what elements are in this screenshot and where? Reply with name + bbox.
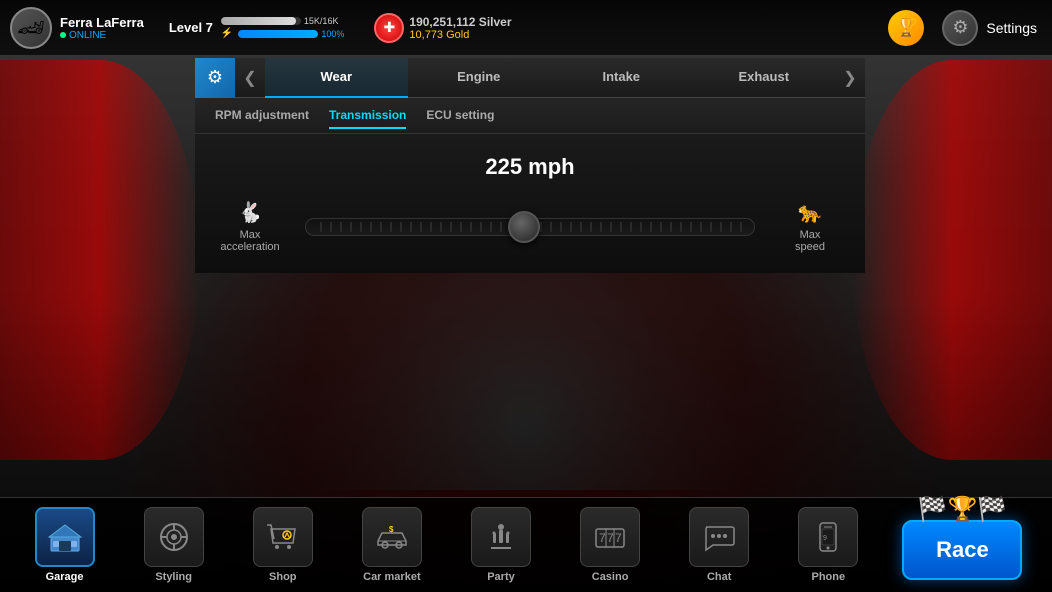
- speed-label: 🐆 Maxspeed: [775, 200, 845, 253]
- slider-track[interactable]: [305, 218, 755, 236]
- transmission-content: 225 mph 🐇 Maxacceleration 🐆 Maxspeed: [195, 134, 865, 273]
- online-dot: [60, 32, 66, 38]
- player-name: Ferra LaFerra: [60, 15, 144, 30]
- nav-party[interactable]: Party: [466, 507, 536, 583]
- settings-gear-icon[interactable]: ⚙: [942, 10, 978, 46]
- slider-container[interactable]: [305, 218, 755, 236]
- svg-text:7: 7: [599, 531, 606, 545]
- currency-values: 190,251,112 Silver 10,773 Gold: [409, 15, 511, 41]
- svg-text:$: $: [389, 525, 394, 534]
- styling-label: Styling: [155, 571, 192, 583]
- acceleration-label: 🐇 Maxacceleration: [215, 200, 285, 253]
- casino-label: Casino: [592, 571, 629, 583]
- nav-casino[interactable]: 7 7 7 Casino: [575, 507, 645, 583]
- svg-text:7: 7: [607, 531, 614, 545]
- xp-bar-fill: [221, 17, 296, 25]
- chat-label: Chat: [707, 571, 731, 583]
- health-icon: ✚: [374, 13, 404, 43]
- race-button-container: 🏁🏆🏁 Race: [902, 510, 1022, 580]
- shop-label: Shop: [269, 571, 297, 583]
- nav-chat[interactable]: Chat: [684, 507, 754, 583]
- speed-display: 225 mph: [215, 154, 845, 180]
- nav-shop[interactable]: Shop: [248, 507, 318, 583]
- tab-arrow-right[interactable]: ❯: [835, 58, 865, 98]
- sub-tab-rpm[interactable]: RPM adjustment: [215, 103, 309, 129]
- sub-tab-ecu[interactable]: ECU setting: [426, 103, 494, 129]
- sub-tab-bar: RPM adjustment Transmission ECU setting: [195, 98, 865, 134]
- xp-bar: [221, 17, 301, 25]
- garage-icon: [35, 507, 95, 567]
- nav-car-market[interactable]: $ Car market: [357, 507, 427, 583]
- tab-exhaust[interactable]: Exhaust: [693, 58, 836, 98]
- garage-label: Garage: [46, 571, 84, 583]
- chat-icon: [689, 507, 749, 567]
- online-status: ONLINE: [60, 30, 144, 41]
- xp-values: 15K/16K: [304, 16, 339, 26]
- car-market-icon: $: [362, 507, 422, 567]
- slider-section: 🐇 Maxacceleration 🐆 Maxspeed: [215, 200, 845, 253]
- trophy-icon[interactable]: 🏆: [888, 10, 924, 46]
- nav-phone[interactable]: 9 Phone: [793, 507, 863, 583]
- phone-label: Phone: [812, 571, 846, 583]
- svg-text:9: 9: [823, 535, 827, 542]
- energy-bar-fill: [238, 30, 318, 38]
- nav-garage[interactable]: Garage: [30, 507, 100, 583]
- race-button[interactable]: Race: [902, 520, 1022, 580]
- shop-icon: [253, 507, 313, 567]
- tuning-gear-icon[interactable]: ⚙: [195, 58, 235, 98]
- settings-section[interactable]: 🏆 ⚙ Settings: [888, 10, 1052, 46]
- phone-icon: 9: [798, 507, 858, 567]
- energy-label: 100%: [321, 29, 344, 39]
- party-icon: [471, 507, 531, 567]
- slider-thumb[interactable]: [508, 211, 540, 243]
- tuning-panel: ⚙ ❮ Wear Engine Intake Exhaust ❯ RPM adj…: [195, 58, 865, 273]
- player-info: Ferra LaFerra ONLINE: [60, 15, 144, 41]
- energy-icon: ⚡: [221, 28, 233, 39]
- header: 🏎 Ferra LaFerra ONLINE Level 7 15K/16K ⚡: [0, 0, 1052, 55]
- silver-value: 190,251,112 Silver: [409, 15, 511, 29]
- settings-label[interactable]: Settings: [986, 20, 1037, 36]
- casino-icon: 7 7 7: [580, 507, 640, 567]
- race-flags: 🏁🏆🏁: [918, 495, 1008, 524]
- tab-intake[interactable]: Intake: [550, 58, 693, 98]
- rabbit-icon: 🐇: [238, 200, 263, 225]
- energy-bar: [238, 30, 318, 38]
- avatar: 🏎: [10, 7, 52, 49]
- level-label: Level 7: [169, 20, 213, 35]
- nav-styling[interactable]: Styling: [139, 507, 209, 583]
- cheetah-icon: 🐆: [798, 200, 823, 225]
- sub-tab-transmission[interactable]: Transmission: [329, 103, 406, 129]
- tab-bar: ⚙ ❮ Wear Engine Intake Exhaust ❯: [195, 58, 865, 98]
- level-section: Level 7 15K/16K ⚡ 100%: [154, 16, 360, 39]
- player-section: 🏎 Ferra LaFerra ONLINE: [0, 2, 154, 54]
- bottom-nav: Garage Styling: [0, 497, 1052, 592]
- tab-arrow-left[interactable]: ❮: [235, 58, 265, 98]
- party-label: Party: [487, 571, 515, 583]
- currency-section: ✚ 190,251,112 Silver 10,773 Gold: [359, 13, 526, 43]
- styling-icon: [144, 507, 204, 567]
- tab-wear[interactable]: Wear: [265, 58, 408, 98]
- tabs: Wear Engine Intake Exhaust: [265, 58, 835, 98]
- gold-value: 10,773 Gold: [409, 29, 511, 41]
- level-bars: 15K/16K ⚡ 100%: [221, 16, 344, 39]
- tab-engine[interactable]: Engine: [408, 58, 551, 98]
- svg-text:7: 7: [615, 531, 622, 545]
- car-market-label: Car market: [363, 571, 420, 583]
